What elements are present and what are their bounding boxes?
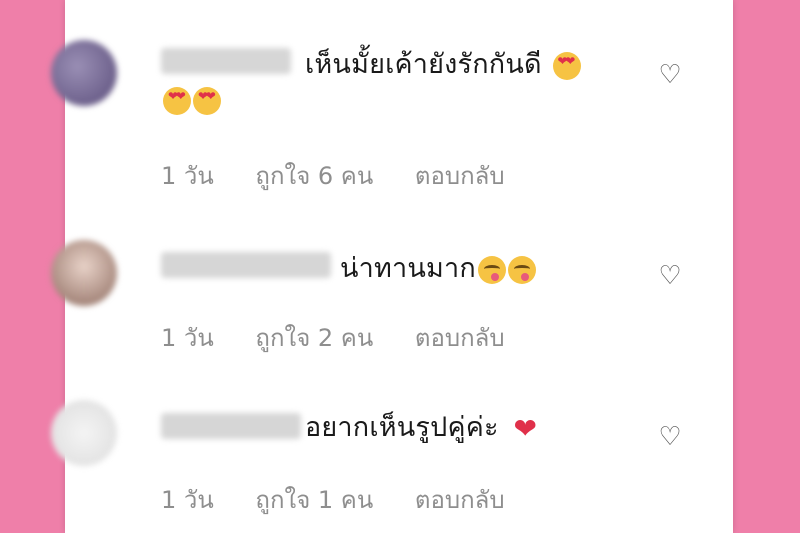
like-count-link[interactable]: ถูกใจ 1 คน <box>255 486 373 514</box>
comment-time: 1 วัน <box>161 162 214 190</box>
savoring-food-emoji-icon <box>477 255 506 284</box>
comment-body: น่าทานมาก <box>340 253 476 284</box>
comments-panel: เห็นมั้ยเค้ายังรักกันดี 1 วัน ถูกใจ 6 คน… <box>51 0 733 533</box>
comment-meta: 1 วัน ถูกใจ 6 คน ตอบกลับ <box>161 156 539 195</box>
comment-time: 1 วัน <box>161 486 214 514</box>
reply-button[interactable]: ตอบกลับ <box>415 486 505 514</box>
username-blurred[interactable] <box>161 413 301 439</box>
comment-body: อยากเห็นรูปคู่ค่ะ <box>305 412 499 443</box>
comment-meta: 1 วัน ถูกใจ 2 คน ตอบกลับ <box>161 318 539 357</box>
reply-button[interactable]: ตอบกลับ <box>415 162 505 190</box>
like-count-link[interactable]: ถูกใจ 6 คน <box>255 162 373 190</box>
avatar[interactable] <box>51 240 117 306</box>
like-count-link[interactable]: ถูกใจ 2 คน <box>255 324 373 352</box>
savoring-food-emoji-icon <box>507 255 536 284</box>
avatar[interactable] <box>51 400 117 466</box>
reply-button[interactable]: ตอบกลับ <box>415 324 505 352</box>
comment-meta: 1 วัน ถูกใจ 1 คน ตอบกลับ <box>161 480 539 519</box>
comment-time: 1 วัน <box>161 324 214 352</box>
heart-outline-icon[interactable]: ♡ <box>655 261 685 291</box>
comment-item: อยากเห็นรูปคู่ค่ะ ❤ 1 วัน ถูกใจ 1 คน ตอบ… <box>51 0 733 514</box>
username-blurred[interactable] <box>161 252 331 278</box>
comment-text: น่าทานมาก <box>340 246 536 289</box>
heart-outline-icon[interactable]: ♡ <box>655 422 685 452</box>
comment-text: อยากเห็นรูปคู่ค่ะ ❤ <box>305 405 537 448</box>
red-heart-emoji-icon: ❤ <box>513 412 538 445</box>
